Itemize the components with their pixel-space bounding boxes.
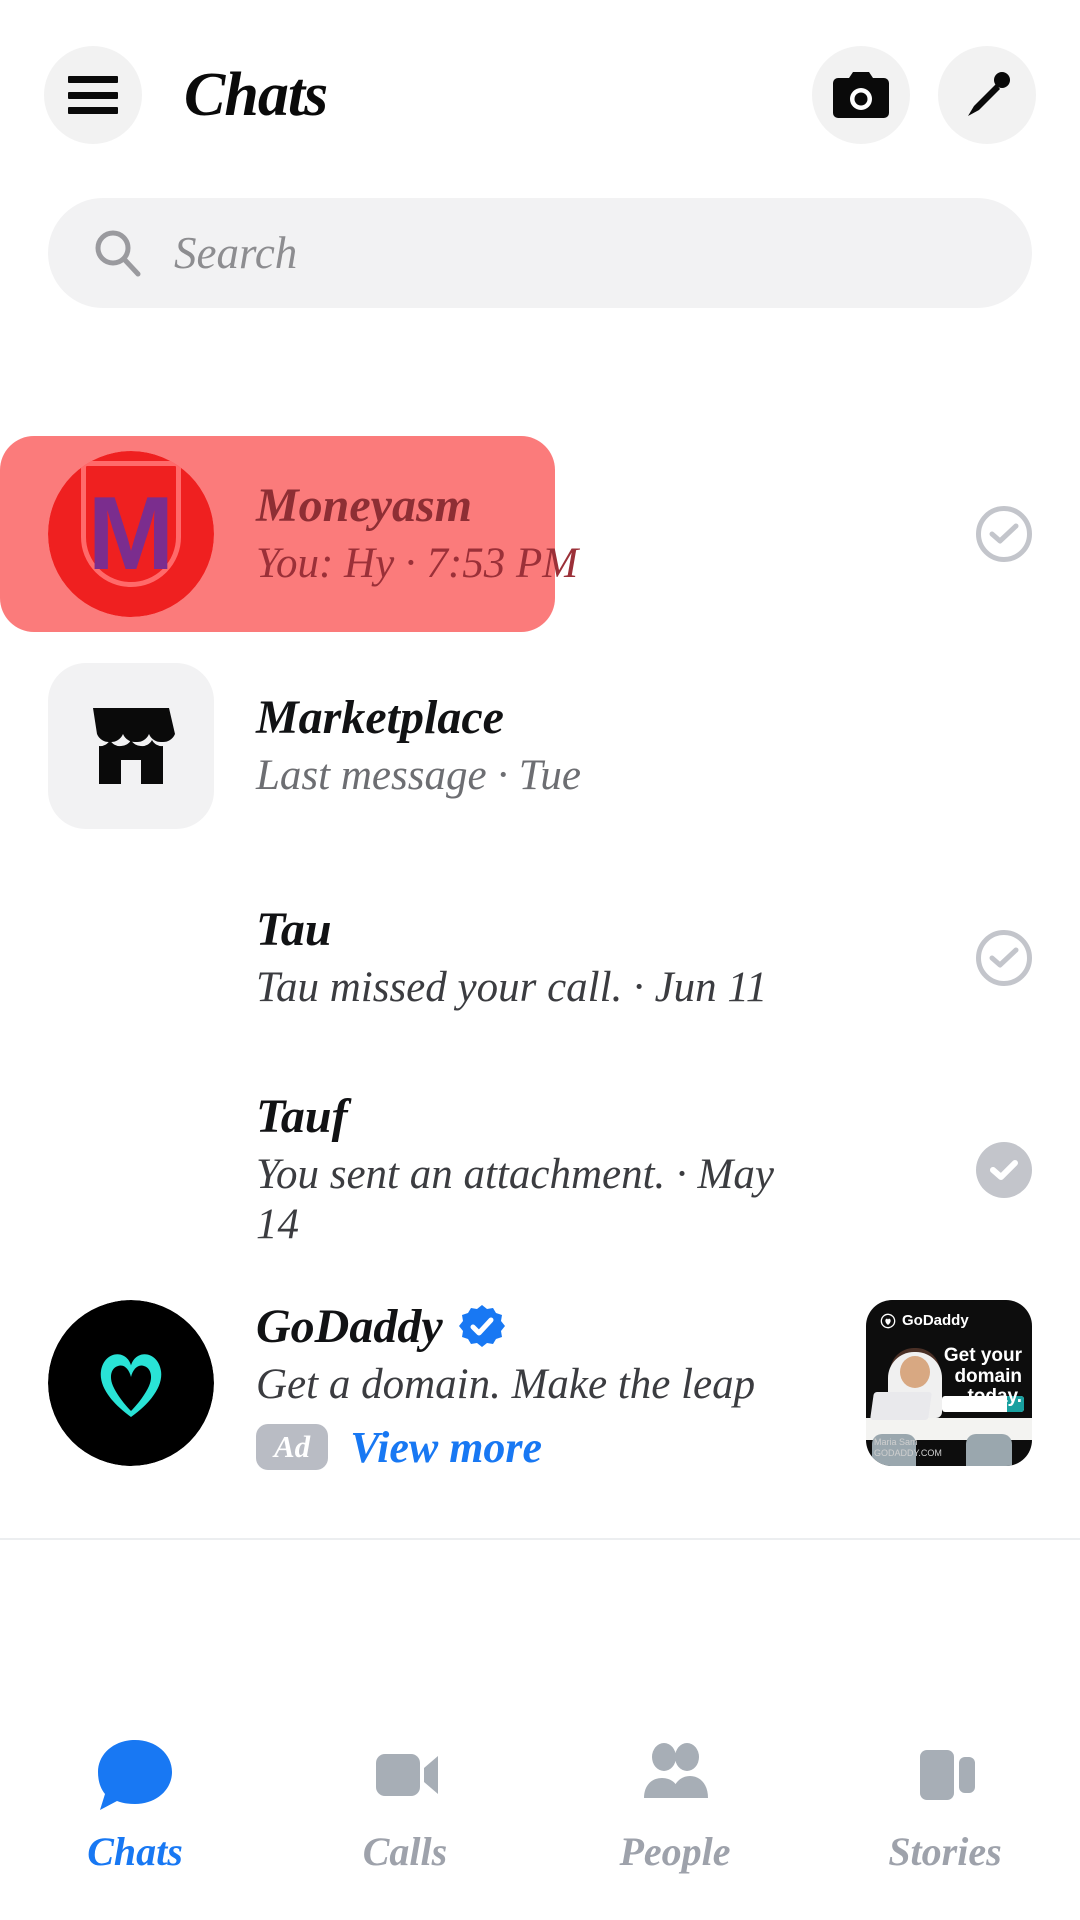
sponsored-ad-row[interactable]: GoDaddy Get a domain. Make the leap Ad V… (0, 1276, 1080, 1514)
view-more-link[interactable]: View more (350, 1422, 542, 1473)
thumbnail-credit: Maria Sam GODADDY.COM (874, 1437, 942, 1458)
thumbnail-headline-line1: Get your (943, 1345, 1022, 1366)
row-body: Tau Tau missed your call. · Jun 11 (256, 903, 802, 1013)
ad-thumbnail-wrap[interactable]: GoDaddy Get your domain today. Maria Sam… (822, 1300, 1032, 1466)
marketplace-storefront-icon (93, 708, 175, 784)
row-body: Tauf You sent an attachment. · May 14 (256, 1090, 802, 1250)
ad-cta-line: Ad View more (256, 1422, 802, 1473)
chat-preview: Last message · Tue (256, 751, 581, 799)
nav-label-chats: Chats (87, 1829, 183, 1874)
nav-item-chats[interactable]: Chats (0, 1736, 270, 1875)
header-actions (812, 46, 1036, 144)
ad-advertiser-name: GoDaddy (256, 1300, 802, 1354)
chat-bubble-icon (98, 1740, 172, 1810)
check-circle-filled-icon (976, 1142, 1032, 1198)
nav-label-people: People (619, 1829, 731, 1874)
row-body: Moneyasm You: Hy · 7:53 PM (256, 479, 802, 589)
row-status (822, 930, 1032, 986)
chat-name: Marketplace (256, 691, 504, 745)
avatar (48, 875, 214, 1041)
thumbnail-credit-line2: GODADDY.COM (874, 1447, 942, 1458)
video-camera-icon (376, 1754, 438, 1796)
chat-row-tau[interactable]: Tau Tau missed your call. · Jun 11 (0, 852, 1080, 1064)
hamburger-menu-icon (68, 76, 118, 114)
avatar (48, 663, 214, 829)
chat-row-moneyasm[interactable]: M Moneyasm You: Hy · 7:53 PM (0, 428, 1080, 640)
compose-button[interactable] (938, 46, 1036, 144)
ad-headline: Get a domain. Make the leap (256, 1360, 756, 1408)
row-status (822, 1142, 1032, 1198)
chat-name: Tauf (256, 1090, 348, 1144)
avatar: M (48, 451, 214, 617)
avatar-initial: M (87, 476, 175, 592)
ad-thumbnail-image[interactable]: GoDaddy Get your domain today. Maria Sam… (866, 1300, 1032, 1466)
bottom-navigation: Chats Calls People Stories (0, 1714, 1080, 1920)
chat-preview: You: Hy · 7:53 PM (256, 539, 579, 587)
nav-label-calls: Calls (362, 1829, 448, 1874)
stories-cards-icon (920, 1750, 975, 1800)
nav-item-people[interactable]: People (540, 1736, 810, 1875)
godaddy-logo-icon (48, 1300, 214, 1466)
check-circle-outline-icon (976, 930, 1032, 986)
chat-row-tauf[interactable]: Tauf You sent an attachment. · May 14 (0, 1064, 1080, 1276)
menu-button[interactable] (44, 46, 142, 144)
chat-list: M Moneyasm You: Hy · 7:53 PM Marketplace… (0, 428, 1080, 1540)
advertiser-avatar (48, 1300, 214, 1466)
people-icon (644, 1743, 708, 1798)
ad-badge: Ad (256, 1424, 329, 1471)
search-placeholder: Search (174, 228, 298, 278)
page-title: Chats (184, 60, 328, 129)
chat-name: Moneyasm (256, 479, 472, 533)
row-body: Marketplace Last message · Tue (256, 691, 802, 801)
pencil-edit-icon (968, 72, 1010, 116)
thumbnail-credit-line1: Maria Sam (874, 1437, 918, 1448)
chat-preview: You sent an attachment. · May 14 (256, 1151, 774, 1248)
advertiser-label: GoDaddy (256, 1300, 443, 1353)
list-divider (0, 1538, 1080, 1540)
chat-preview: Tau missed your call. · Jun 11 (256, 963, 768, 1011)
verified-badge-icon (458, 1304, 505, 1347)
chat-name: Tau (256, 903, 332, 957)
nav-item-calls[interactable]: Calls (270, 1736, 540, 1875)
search-input[interactable]: Search (48, 198, 1032, 308)
thumbnail-headline-line2: domain today. (954, 1365, 1022, 1408)
check-circle-outline-icon (976, 506, 1032, 562)
camera-icon (833, 72, 889, 118)
camera-button[interactable] (812, 46, 910, 144)
row-status (822, 506, 1032, 562)
thumbnail-logo-text: GoDaddy (902, 1312, 969, 1329)
chat-row-marketplace[interactable]: Marketplace Last message · Tue (0, 640, 1080, 852)
avatar (48, 1087, 214, 1253)
ad-body: GoDaddy Get a domain. Make the leap Ad V… (256, 1300, 802, 1473)
search-section: Search (0, 198, 1080, 308)
godaddy-mark-icon (880, 1313, 896, 1328)
shield-logo-icon: M (48, 451, 214, 617)
app-header: Chats (0, 0, 1080, 190)
thumbnail-headline: Get your domain today. (927, 1345, 1022, 1408)
nav-label-stories: Stories (888, 1829, 1002, 1874)
nav-item-stories[interactable]: Stories (810, 1736, 1080, 1875)
thumbnail-logo: GoDaddy (880, 1312, 969, 1329)
search-icon (95, 230, 141, 277)
